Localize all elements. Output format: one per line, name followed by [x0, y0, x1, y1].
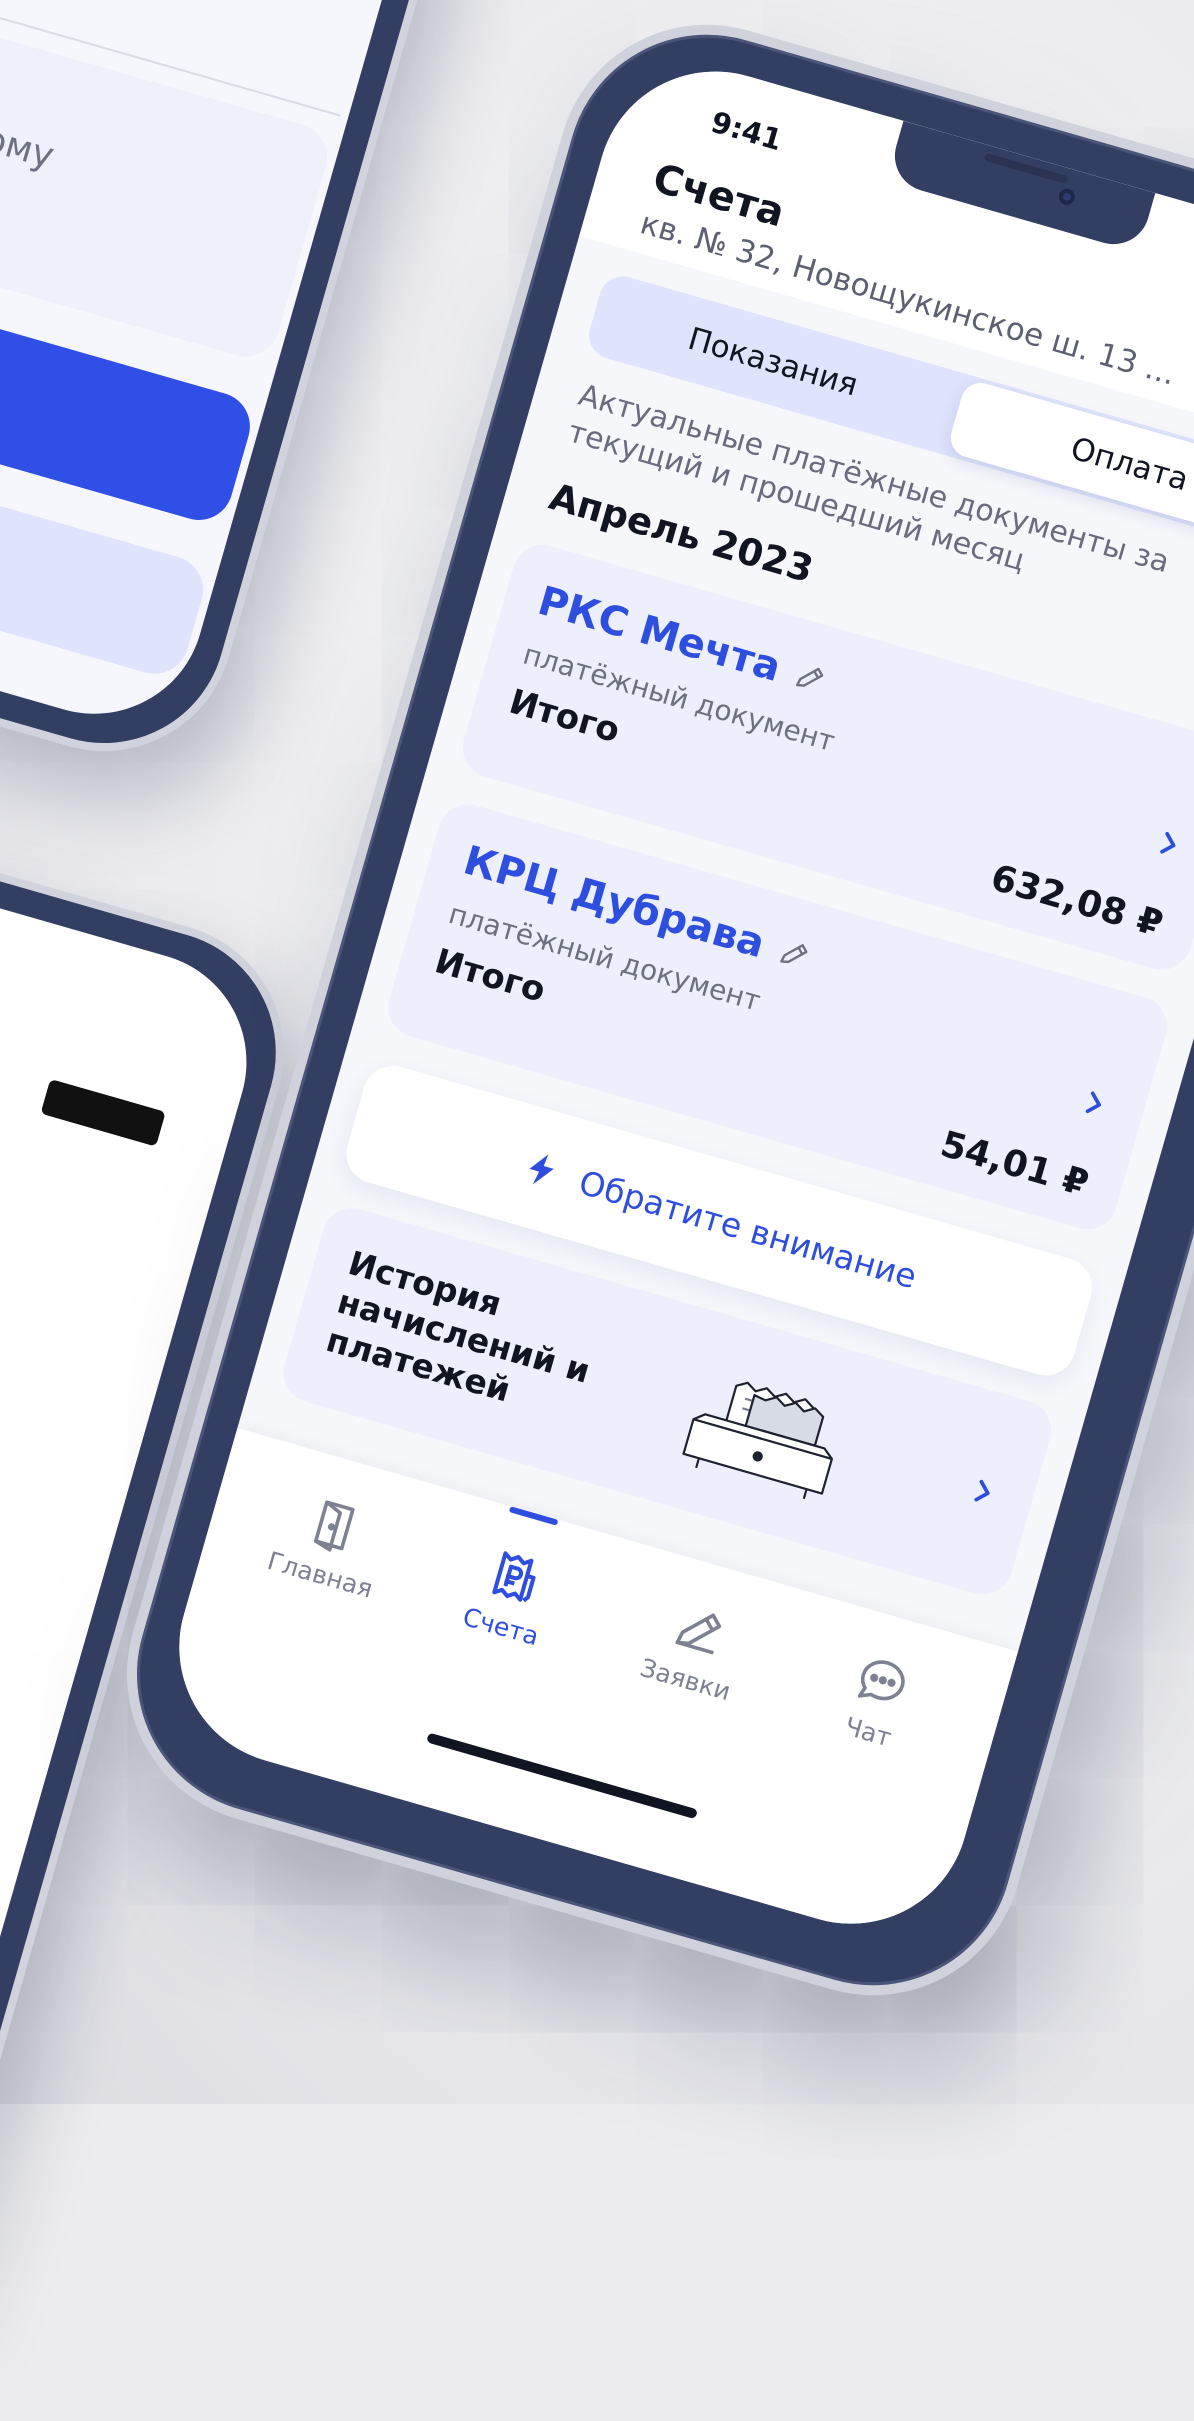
active-tab-indicator — [508, 1506, 559, 1526]
receipt-drawer-illustration — [682, 1381, 833, 1500]
status-time: 9:41 — [707, 104, 787, 158]
lightning-icon — [529, 1154, 555, 1185]
receipt-ruble-icon — [492, 1551, 536, 1603]
notice-label: Обратите внимание — [574, 1162, 922, 1296]
document-amount: 54,01 ₽ — [935, 1123, 1093, 1205]
document-amount: 632,08 ₽ — [986, 857, 1168, 946]
speaker — [983, 152, 1069, 185]
tabbar-item-chat[interactable]: Чат — [787, 1634, 966, 1767]
status-bar-block — [40, 1078, 166, 1147]
info-card — [0, 0, 336, 365]
chevron-right-icon — [974, 1479, 990, 1502]
tabbar-item-bills[interactable]: Счета — [420, 1506, 599, 1662]
pencil-icon — [675, 1613, 722, 1655]
edit-pencil-icon[interactable] — [790, 658, 830, 698]
chat-bubble-icon — [857, 1660, 905, 1701]
edit-pencil-icon[interactable] — [774, 934, 814, 974]
camera-icon — [1056, 186, 1077, 207]
tabbar-item-home[interactable]: Главная — [239, 1477, 418, 1610]
tabbar-item-requests[interactable]: Заявки — [604, 1582, 783, 1715]
history-title: История начислений и платежей — [322, 1243, 595, 1410]
chevron-right-icon — [1160, 831, 1176, 854]
door-icon — [313, 1500, 355, 1552]
tabbar-label: Заявки — [636, 1652, 734, 1707]
tabbar-label: Счета — [459, 1602, 543, 1652]
chevron-right-icon — [1085, 1091, 1102, 1114]
